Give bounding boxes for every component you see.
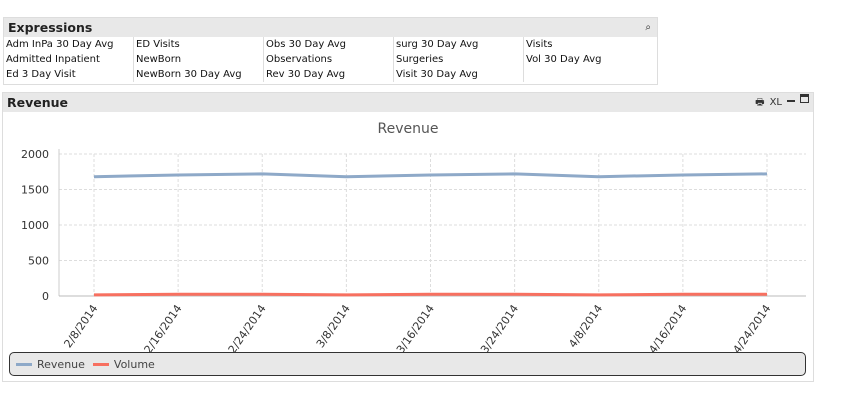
line-chart: Revenue 0 500 1000 1500 2000 2/8/2014 2/16/201… xyxy=(21,121,806,356)
expression-item[interactable]: Visit 30 Day Avg xyxy=(396,67,523,82)
legend-label: Volume xyxy=(113,357,155,371)
expressions-column: ED Visits NewBorn NewBorn 30 Day Avg xyxy=(134,37,264,82)
expression-item[interactable]: Observations xyxy=(266,52,393,67)
print-icon[interactable]: 🖶 xyxy=(755,93,764,112)
y-tick-label: 1500 xyxy=(21,184,49,197)
expressions-column: Obs 30 Day Avg Observations Rev 30 Day Avg xyxy=(264,37,394,82)
revenue-header: Revenue 🖶 XL xyxy=(3,93,813,112)
expression-item[interactable]: ED Visits xyxy=(136,37,263,52)
y-tick-label: 2000 xyxy=(21,148,49,161)
chart-legend: Revenue Volume xyxy=(9,352,806,376)
x-tick-label: 4/16/2014 xyxy=(646,302,689,356)
excel-export-button[interactable]: XL xyxy=(770,93,782,112)
search-icon[interactable]: ⌕ xyxy=(645,18,651,37)
series-line-revenue xyxy=(93,172,768,179)
x-tick-label: 4/8/2014 xyxy=(566,302,605,350)
x-tick-label: 3/8/2014 xyxy=(314,302,353,350)
series-line-volume xyxy=(93,292,767,297)
expression-item[interactable]: Adm InPa 30 Day Avg xyxy=(6,37,133,52)
expressions-header: Expressions ⌕ xyxy=(4,18,657,37)
revenue-panel-title: Revenue xyxy=(7,95,69,110)
x-tick-label: 2/24/2014 xyxy=(226,302,269,356)
expression-item[interactable]: Obs 30 Day Avg xyxy=(266,37,393,52)
expression-item[interactable]: Surgeries xyxy=(396,52,523,67)
expressions-grid: Adm InPa 30 Day Avg Admitted Inpatient Ed … xyxy=(4,37,657,82)
x-tick-label: 4/24/2014 xyxy=(730,302,773,356)
expression-item[interactable]: Ed 3 Day Visit xyxy=(6,67,133,82)
expression-item[interactable]: Visits xyxy=(526,37,654,52)
x-tick-label: 2/8/2014 xyxy=(61,302,100,350)
expression-item[interactable]: NewBorn xyxy=(136,52,263,67)
x-tick-label: 3/24/2014 xyxy=(478,302,521,356)
expressions-column: Visits Vol 30 Day Avg xyxy=(524,37,654,82)
chart-title: Revenue xyxy=(378,121,439,137)
maximize-icon[interactable] xyxy=(800,94,809,103)
legend-swatch xyxy=(16,363,32,366)
expressions-listbox: Expressions ⌕ Adm InPa 30 Day Avg Admitte… xyxy=(3,17,658,85)
legend-item[interactable]: Volume xyxy=(92,357,155,371)
expression-item[interactable]: Rev 30 Day Avg xyxy=(266,67,393,82)
expression-item[interactable]: Admitted Inpatient xyxy=(6,52,133,67)
y-tick-label: 500 xyxy=(28,255,49,268)
expression-item[interactable]: Vol 30 Day Avg xyxy=(526,52,654,67)
expressions-title: Expressions xyxy=(8,20,93,35)
y-tick-label: 1000 xyxy=(21,219,49,232)
legend-label: Revenue xyxy=(37,357,85,371)
legend-swatch xyxy=(92,363,109,366)
expression-item[interactable]: NewBorn 30 Day Avg xyxy=(136,67,263,82)
y-tick-label: 0 xyxy=(42,290,49,303)
expressions-column: surg 30 Day Avg Surgeries Visit 30 Day Avg xyxy=(394,37,524,82)
revenue-chart-panel: Revenue 🖶 XL Revenue 0 500 1000 1500 2000 2/8… xyxy=(2,92,814,382)
x-tick-label: 2/16/2014 xyxy=(142,302,185,356)
legend-item[interactable]: Revenue xyxy=(16,358,85,371)
expression-item[interactable]: surg 30 Day Avg xyxy=(396,37,523,52)
x-tick-label: 3/16/2014 xyxy=(394,302,437,356)
expressions-column: Adm InPa 30 Day Avg Admitted Inpatient Ed … xyxy=(4,37,134,82)
minimize-icon[interactable] xyxy=(787,93,795,102)
